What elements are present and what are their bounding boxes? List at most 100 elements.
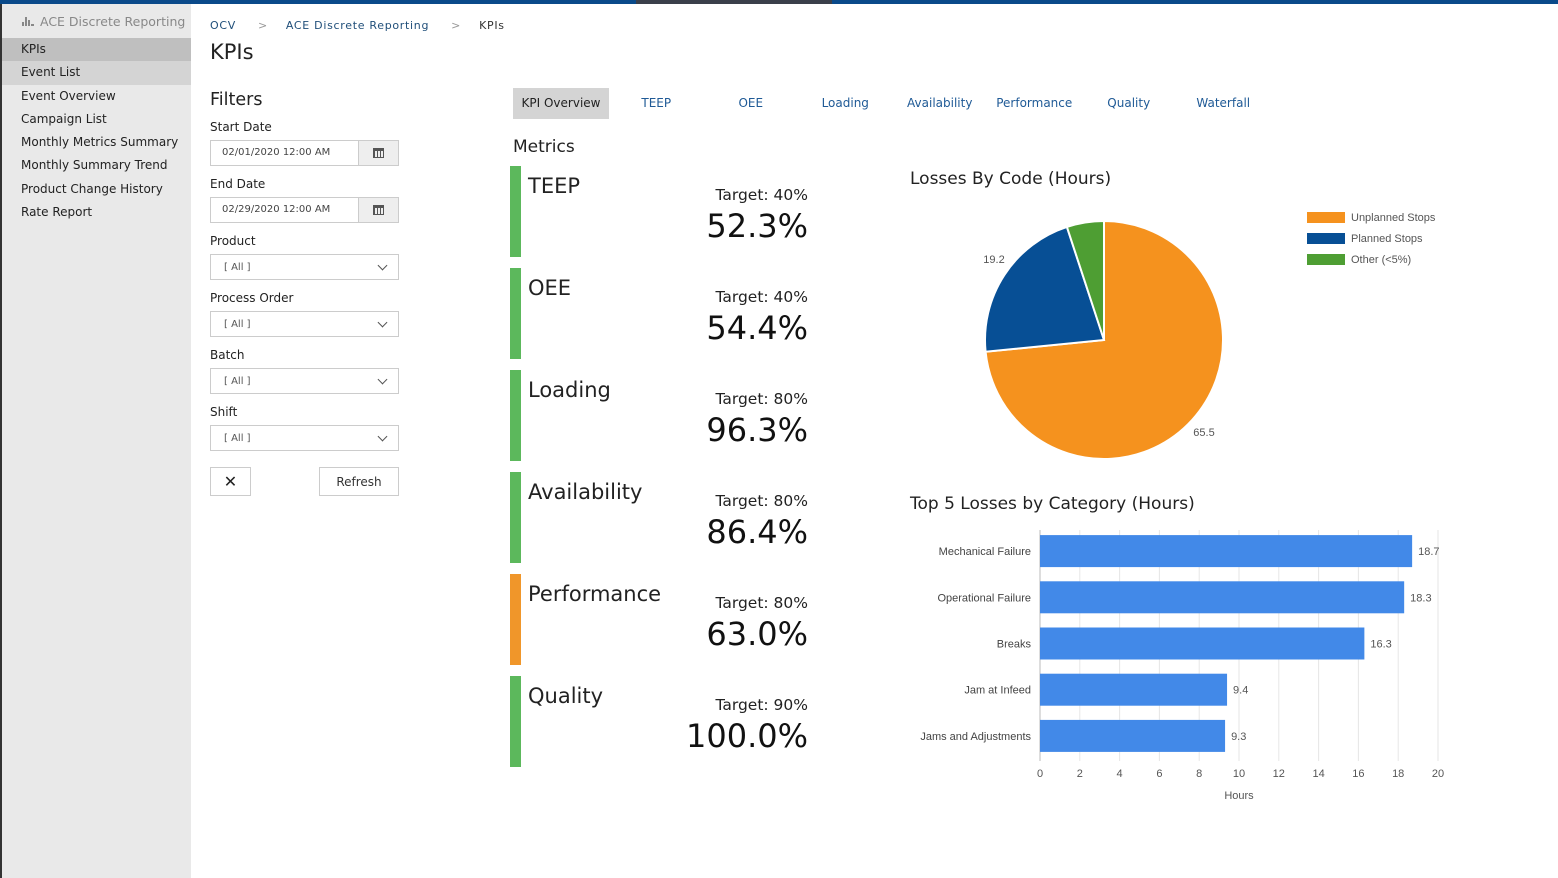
clear-filters-button[interactable]: ✕ [210,467,251,496]
y-category-label: Breaks [997,639,1032,651]
page-title: KPIs [210,40,254,64]
metric-card-oee[interactable]: OEE Target: 40% 54.4% [510,268,810,359]
filter-actions: ✕ Refresh [210,467,399,496]
bar-breaks[interactable] [1040,627,1365,660]
x-tick-label: 6 [1156,768,1162,780]
tab-performance[interactable]: Performance [987,88,1082,119]
shift-select[interactable]: [ All ] [210,425,399,451]
refresh-button[interactable]: Refresh [319,467,399,496]
sidebar-item-event-overview[interactable]: Event Overview [2,85,191,108]
bar-jam-at-infeed[interactable] [1040,673,1228,706]
metric-status-bar [510,574,521,665]
bar-data-label: 18.3 [1410,592,1431,604]
metric-card-teep[interactable]: TEEP Target: 40% 52.3% [510,166,810,257]
process-order-select[interactable]: [ All ] [210,311,399,337]
tab-quality[interactable]: Quality [1082,88,1177,119]
sidebar-item-campaign-list[interactable]: Campaign List [2,108,191,131]
product-selected-value: [ All ] [224,261,251,273]
metric-target: Target: 80% [715,492,808,510]
bar-chart-title: Top 5 Losses by Category (Hours) [910,494,1195,514]
metric-card-quality[interactable]: Quality Target: 90% 100.0% [510,676,810,767]
x-tick-label: 14 [1312,768,1324,780]
end-date-calendar-button[interactable] [358,198,398,222]
legend-swatch [1307,233,1345,244]
batch-select[interactable]: [ All ] [210,368,399,394]
bar-operational-failure[interactable] [1040,581,1405,614]
batch-label: Batch [210,348,245,362]
product-select[interactable]: [ All ] [210,254,399,280]
legend-swatch [1307,212,1345,223]
metric-status-bar [510,166,521,257]
y-category-label: Operational Failure [937,592,1031,604]
tab-kpi-overview[interactable]: KPI Overview [513,88,609,119]
metric-card-performance[interactable]: Performance Target: 80% 63.0% [510,574,810,665]
top-accent-segment [636,0,832,4]
metric-value: 96.3% [706,411,808,449]
end-date-group: End Date 02/29/2020 12:00 AM [210,177,400,223]
metric-name: Loading [528,378,611,402]
metric-value: 52.3% [706,207,808,245]
start-date-calendar-button[interactable] [358,141,398,165]
legend-item-other-5[interactable]: Other (<5%) [1307,249,1435,270]
bar-data-label: 18.7 [1418,546,1439,558]
x-tick-label: 4 [1117,768,1123,780]
sidebar-nav: KPIs Event List Event Overview Campaign Lis… [2,38,191,224]
tab-oee[interactable]: OEE [704,88,799,119]
end-date-value[interactable]: 02/29/2020 12:00 AM [211,198,358,222]
metric-name: OEE [528,276,572,300]
legend-item-unplanned-stops[interactable]: Unplanned Stops [1307,207,1435,228]
breadcrumb-item-ace-discrete-reporting[interactable]: ACE Discrete Reporting [286,19,429,32]
tab-teep[interactable]: TEEP [609,88,704,119]
tab-availability[interactable]: Availability [893,88,988,119]
metric-card-loading[interactable]: Loading Target: 80% 96.3% [510,370,810,461]
bar-jams-and-adjustments[interactable] [1040,719,1226,752]
metric-value: 100.0% [685,717,808,755]
kpi-tabs: KPI Overview TEEP OEE Loading Availability Pe… [513,88,1271,119]
x-axis-title: Hours [1224,790,1254,802]
sidebar-item-product-change-history[interactable]: Product Change History [2,178,191,201]
metric-card-availability[interactable]: Availability Target: 80% 86.4% [510,472,810,563]
app-brand[interactable]: ACE Discrete Reporting [2,4,191,38]
x-tick-label: 8 [1196,768,1202,780]
pie-data-label: 65.5 [1193,427,1214,439]
start-date-value[interactable]: 02/01/2020 12:00 AM [211,141,358,165]
filters-title: Filters [210,90,263,110]
breadcrumb-separator: > [257,19,268,32]
app-name: ACE Discrete Reporting [40,13,186,29]
tab-loading[interactable]: Loading [798,88,893,119]
losses-by-code-pie-chart: 65.5 19.2 [983,219,1224,460]
chevron-down-icon [377,374,388,384]
metric-name: Performance [528,582,662,606]
shift-label: Shift [210,405,238,419]
pie-legend: Unplanned Stops Planned Stops Other (<5%) [1307,207,1435,270]
sidebar-item-monthly-metrics-summary[interactable]: Monthly Metrics Summary [2,131,191,154]
start-date-field[interactable]: 02/01/2020 12:00 AM [210,140,399,166]
bar-mechanical-failure[interactable] [1040,535,1413,568]
pie-data-label: 19.2 [983,254,1004,266]
x-tick-label: 20 [1432,768,1444,780]
legend-label: Planned Stops [1351,232,1423,245]
tab-waterfall[interactable]: Waterfall [1176,88,1271,119]
top-accent-bar [0,0,1558,4]
y-category-label: Jams and Adjustments [920,731,1031,743]
chevron-down-icon [377,260,388,270]
metric-target: Target: 40% [715,186,808,204]
y-category-label: Jam at Infeed [964,685,1031,697]
batch-selected-value: [ All ] [224,375,251,387]
bar-data-label: 16.3 [1370,639,1391,651]
shift-selected-value: [ All ] [224,432,251,444]
sidebar-item-monthly-summary-trend[interactable]: Monthly Summary Trend [2,154,191,177]
bar-data-label: 9.4 [1233,685,1248,697]
sidebar-item-event-list[interactable]: Event List [2,61,191,85]
sidebar-item-kpis[interactable]: KPIs [2,38,191,62]
start-date-group: Start Date 02/01/2020 12:00 AM [210,120,400,166]
legend-item-planned-stops[interactable]: Planned Stops [1307,228,1435,249]
metrics-title: Metrics [513,137,575,157]
end-date-field[interactable]: 02/29/2020 12:00 AM [210,197,399,223]
sidebar-item-rate-report[interactable]: Rate Report [2,201,191,224]
metric-name: Availability [528,480,643,504]
filter-selects: Product [ All ] Process Order [ All ] Batch [… [210,234,400,451]
bar-data-label: 9.3 [1231,731,1246,743]
breadcrumb-item-ocv[interactable]: OCV [210,19,236,32]
end-date-label: End Date [210,177,266,191]
